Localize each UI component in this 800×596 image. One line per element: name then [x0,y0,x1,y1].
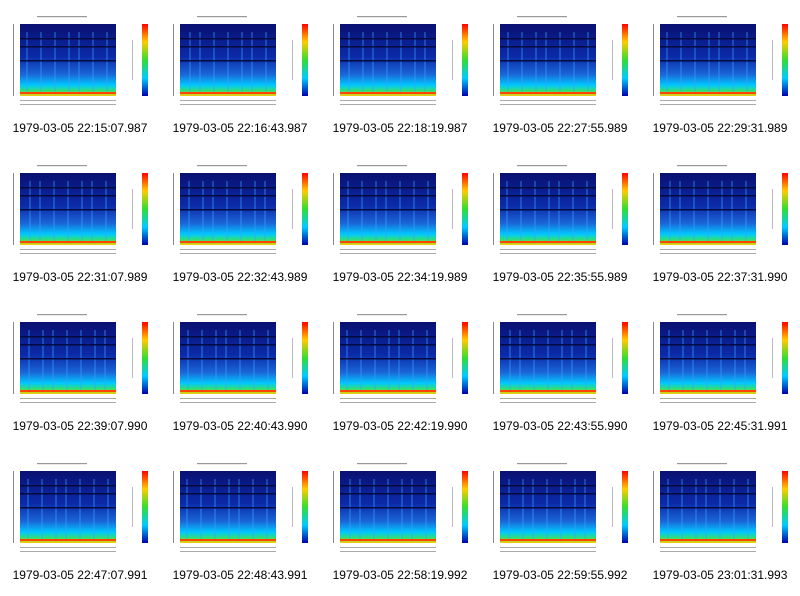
gallery-item[interactable]: 1979-03-05 23:01:31.993 [640,447,800,596]
timestamp-caption: 1979-03-05 22:43:55.990 [492,419,628,433]
gallery-item[interactable]: 1979-03-05 22:34:19.989 [320,149,480,298]
gallery-item[interactable]: 1979-03-05 22:16:43.987 [160,0,320,149]
gallery-item[interactable]: 1979-03-05 22:43:55.990 [480,298,640,447]
spectrogram-thumbnail[interactable] [642,308,800,414]
gallery-item[interactable]: 1979-03-05 22:29:31.989 [640,0,800,149]
spectrogram-thumbnail[interactable] [482,308,640,414]
gallery-item[interactable]: 1979-03-05 22:48:43.991 [160,447,320,596]
gallery-item[interactable]: 1979-03-05 22:40:43.990 [160,298,320,447]
timestamp-caption: 1979-03-05 22:47:07.991 [12,568,148,582]
spectrogram-thumbnail[interactable] [322,308,480,414]
spectrogram-thumbnail[interactable] [2,308,160,414]
timestamp-caption: 1979-03-05 22:32:43.989 [172,270,308,284]
spectrogram-thumbnail[interactable] [322,10,480,116]
timestamp-caption: 1979-03-05 22:18:19.987 [332,121,468,135]
timestamp-caption: 1979-03-05 22:31:07.989 [12,270,148,284]
spectrogram-thumbnail[interactable] [482,457,640,563]
timestamp-caption: 1979-03-05 22:37:31.990 [652,270,788,284]
gallery-item[interactable]: 1979-03-05 22:47:07.991 [0,447,160,596]
spectrogram-thumbnail[interactable] [2,10,160,116]
gallery-item[interactable]: 1979-03-05 22:58:19.992 [320,447,480,596]
timestamp-caption: 1979-03-05 22:42:19.990 [332,419,468,433]
gallery-item[interactable]: 1979-03-05 22:15:07.987 [0,0,160,149]
timestamp-caption: 1979-03-05 22:34:19.989 [332,270,468,284]
spectrogram-thumbnail[interactable] [162,457,320,563]
spectrogram-thumbnail[interactable] [642,10,800,116]
gallery-item[interactable]: 1979-03-05 22:37:31.990 [640,149,800,298]
gallery-item[interactable]: 1979-03-05 22:59:55.992 [480,447,640,596]
timestamp-caption: 1979-03-05 22:59:55.992 [492,568,628,582]
timestamp-caption: 1979-03-05 23:01:31.993 [652,568,788,582]
timestamp-caption: 1979-03-05 22:35:55.989 [492,270,628,284]
spectrogram-thumbnail[interactable] [2,457,160,563]
timestamp-caption: 1979-03-05 22:58:19.992 [332,568,468,582]
gallery-item[interactable]: 1979-03-05 22:42:19.990 [320,298,480,447]
gallery-item[interactable]: 1979-03-05 22:27:55.989 [480,0,640,149]
gallery-item[interactable]: 1979-03-05 22:32:43.989 [160,149,320,298]
spectrogram-thumbnail[interactable] [2,159,160,265]
spectrogram-thumbnail[interactable] [162,308,320,414]
timestamp-caption: 1979-03-05 22:29:31.989 [652,121,788,135]
gallery-item[interactable]: 1979-03-05 22:45:31.991 [640,298,800,447]
spectrogram-thumbnail[interactable] [322,159,480,265]
timestamp-caption: 1979-03-05 22:15:07.987 [12,121,148,135]
gallery-item[interactable]: 1979-03-05 22:18:19.987 [320,0,480,149]
spectrogram-thumbnail[interactable] [642,159,800,265]
spectrogram-gallery: 1979-03-05 22:15:07.987 1979-03-05 22:16:… [0,0,800,596]
spectrogram-thumbnail[interactable] [322,457,480,563]
gallery-item[interactable]: 1979-03-05 22:31:07.989 [0,149,160,298]
timestamp-caption: 1979-03-05 22:48:43.991 [172,568,308,582]
spectrogram-thumbnail[interactable] [482,10,640,116]
spectrogram-thumbnail[interactable] [482,159,640,265]
timestamp-caption: 1979-03-05 22:27:55.989 [492,121,628,135]
gallery-item[interactable]: 1979-03-05 22:39:07.990 [0,298,160,447]
spectrogram-thumbnail[interactable] [642,457,800,563]
spectrogram-thumbnail[interactable] [162,10,320,116]
timestamp-caption: 1979-03-05 22:16:43.987 [172,121,308,135]
gallery-item[interactable]: 1979-03-05 22:35:55.989 [480,149,640,298]
timestamp-caption: 1979-03-05 22:40:43.990 [172,419,308,433]
timestamp-caption: 1979-03-05 22:39:07.990 [12,419,148,433]
spectrogram-thumbnail[interactable] [162,159,320,265]
timestamp-caption: 1979-03-05 22:45:31.991 [652,419,788,433]
